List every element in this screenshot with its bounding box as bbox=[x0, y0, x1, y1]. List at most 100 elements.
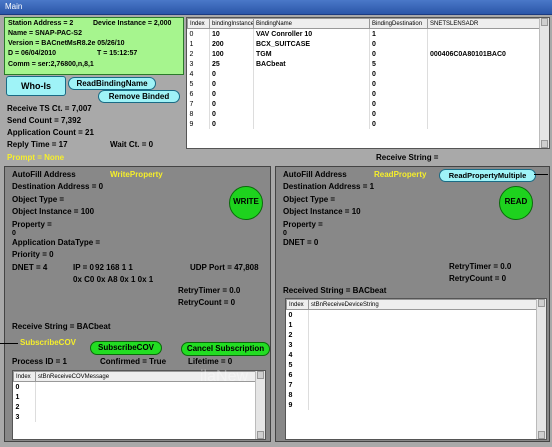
table-cell[interactable]: 5 bbox=[369, 59, 428, 69]
table-cell[interactable]: 0 bbox=[369, 119, 428, 129]
binding-table-row[interactable]: 700 bbox=[187, 99, 549, 109]
row-value[interactable] bbox=[308, 360, 546, 370]
table-cell[interactable] bbox=[253, 79, 370, 89]
table-cell[interactable] bbox=[427, 59, 549, 69]
row-value[interactable] bbox=[35, 392, 265, 402]
column-header[interactable]: stBnReceiveDeviceString bbox=[308, 299, 546, 310]
read-autofill-label[interactable]: AutoFill Address bbox=[283, 170, 347, 179]
read-destination-address[interactable]: Destination Address = 1 bbox=[283, 182, 374, 191]
column-header[interactable]: Index bbox=[13, 371, 36, 382]
table-cell[interactable]: 0 bbox=[187, 28, 210, 39]
row-value[interactable] bbox=[308, 309, 546, 320]
table-cell[interactable]: 3 bbox=[187, 59, 210, 69]
table-cell[interactable] bbox=[253, 119, 370, 129]
table-cell[interactable]: VAV Conroller 10 bbox=[253, 28, 370, 39]
binding-table-row[interactable]: 600 bbox=[187, 89, 549, 99]
read-table-scrollbar[interactable] bbox=[536, 299, 546, 439]
table-cell[interactable]: 8 bbox=[187, 109, 210, 119]
row-value[interactable] bbox=[308, 400, 546, 410]
table-cell[interactable]: 0 bbox=[369, 109, 428, 119]
write-dnet[interactable]: DNET = 4 bbox=[12, 263, 47, 272]
list-item[interactable]: 0 bbox=[286, 309, 546, 320]
table-cell[interactable]: 0 bbox=[209, 99, 254, 109]
table-cell[interactable] bbox=[253, 99, 370, 109]
table-cell[interactable] bbox=[427, 39, 549, 49]
cov-process-id[interactable]: Process ID = 1 bbox=[12, 357, 67, 366]
table-cell[interactable]: 6 bbox=[187, 89, 210, 99]
read-device-string-table[interactable]: Index stBnReceiveDeviceString 0123456789 bbox=[285, 298, 547, 440]
table-cell[interactable]: 0 bbox=[209, 79, 254, 89]
table-cell[interactable]: 100 bbox=[209, 49, 254, 59]
table-cell[interactable] bbox=[427, 28, 549, 39]
row-value[interactable] bbox=[308, 340, 546, 350]
binding-table-row[interactable]: 2 100 TGM 0 000406C0A80101BAC0 bbox=[187, 49, 549, 59]
table-cell[interactable]: 0 bbox=[209, 69, 254, 79]
list-item[interactable]: 6 bbox=[286, 370, 546, 380]
list-item[interactable]: 2 bbox=[13, 402, 265, 412]
table-cell[interactable]: 1 bbox=[369, 28, 428, 39]
table-cell[interactable]: 7 bbox=[187, 99, 210, 109]
write-udp-port[interactable]: UDP Port = 47,808 bbox=[190, 263, 259, 272]
table-cell[interactable] bbox=[427, 69, 549, 79]
column-header[interactable]: SNETSLENSADR bbox=[427, 18, 549, 29]
read-property-multiple-button[interactable]: ReadPropertyMultiple bbox=[439, 169, 536, 182]
read-object-instance[interactable]: Object Instance = 10 bbox=[283, 207, 361, 216]
write-destination-address[interactable]: Destination Address = 0 bbox=[12, 182, 103, 191]
table-cell[interactable]: 2 bbox=[187, 49, 210, 59]
row-value[interactable] bbox=[308, 330, 546, 340]
table-cell[interactable]: 0 bbox=[209, 109, 254, 119]
table-cell[interactable]: 0 bbox=[209, 89, 254, 99]
row-value[interactable] bbox=[308, 390, 546, 400]
table-cell[interactable]: 0 bbox=[209, 119, 254, 129]
write-ip-values[interactable]: 92 168 1 1 bbox=[95, 263, 133, 272]
binding-table-row[interactable]: 0 10 VAV Conroller 10 1 bbox=[187, 28, 549, 39]
write-object-instance[interactable]: Object Instance = 100 bbox=[12, 207, 94, 216]
binding-table-row[interactable]: 3 25 BACbeat 5 bbox=[187, 59, 549, 69]
table-cell[interactable]: 25 bbox=[209, 59, 254, 69]
row-value[interactable] bbox=[35, 402, 265, 412]
table-cell[interactable] bbox=[253, 89, 370, 99]
write-retry-count[interactable]: RetryCount = 0 bbox=[178, 298, 235, 307]
cov-lifetime[interactable]: Lifetime = 0 bbox=[188, 357, 232, 366]
cov-confirmed[interactable]: Confirmed = True bbox=[100, 357, 166, 366]
table-cell[interactable]: BACbeat bbox=[253, 59, 370, 69]
column-header[interactable]: BindingDestination bbox=[369, 18, 428, 29]
list-item[interactable]: 7 bbox=[286, 380, 546, 390]
write-property[interactable]: Property = bbox=[12, 220, 52, 229]
table-cell[interactable]: 4 bbox=[187, 69, 210, 79]
remove-binded-button[interactable]: Remove Binded bbox=[98, 90, 180, 103]
read-binding-name-button[interactable]: ReadBindingName bbox=[68, 77, 156, 90]
table-cell[interactable]: 0 bbox=[369, 99, 428, 109]
table-cell[interactable]: 0 bbox=[369, 79, 428, 89]
table-cell[interactable]: 10 bbox=[209, 28, 254, 39]
table-cell[interactable]: 0 bbox=[369, 39, 428, 49]
row-value[interactable] bbox=[35, 412, 265, 422]
table-cell[interactable] bbox=[427, 109, 549, 119]
table-cell[interactable]: 200 bbox=[209, 39, 254, 49]
table-cell[interactable]: 5 bbox=[187, 79, 210, 89]
list-item[interactable]: 8 bbox=[286, 390, 546, 400]
list-item[interactable]: 1 bbox=[286, 320, 546, 330]
column-header[interactable]: BindingName bbox=[253, 18, 370, 29]
table-cell[interactable] bbox=[427, 119, 549, 129]
list-item[interactable]: 4 bbox=[286, 350, 546, 360]
write-button[interactable]: WRITE bbox=[229, 186, 263, 220]
table-cell[interactable]: 0 bbox=[369, 49, 428, 59]
binding-table-row[interactable]: 500 bbox=[187, 79, 549, 89]
write-autofill-label[interactable]: AutoFill Address bbox=[12, 170, 76, 179]
subscribe-cov-button[interactable]: SubscribeCOV bbox=[90, 341, 162, 355]
binding-table-row[interactable]: 800 bbox=[187, 109, 549, 119]
table-cell[interactable] bbox=[427, 89, 549, 99]
list-item[interactable]: 1 bbox=[13, 392, 265, 402]
table-cell[interactable]: 0 bbox=[369, 69, 428, 79]
table-cell[interactable]: 1 bbox=[187, 39, 210, 49]
row-value[interactable] bbox=[308, 380, 546, 390]
write-application-datatype[interactable]: Application DataType = bbox=[12, 238, 100, 247]
read-object-type[interactable]: Object Type = bbox=[283, 195, 335, 204]
row-value[interactable] bbox=[308, 370, 546, 380]
write-object-type[interactable]: Object Type = bbox=[12, 195, 64, 204]
table-cell[interactable]: 000406C0A80101BAC0 bbox=[427, 49, 549, 59]
write-retry-timer[interactable]: RetryTimer = 0.0 bbox=[178, 286, 240, 295]
binding-table-scrollbar[interactable] bbox=[539, 18, 549, 148]
table-cell[interactable] bbox=[427, 79, 549, 89]
